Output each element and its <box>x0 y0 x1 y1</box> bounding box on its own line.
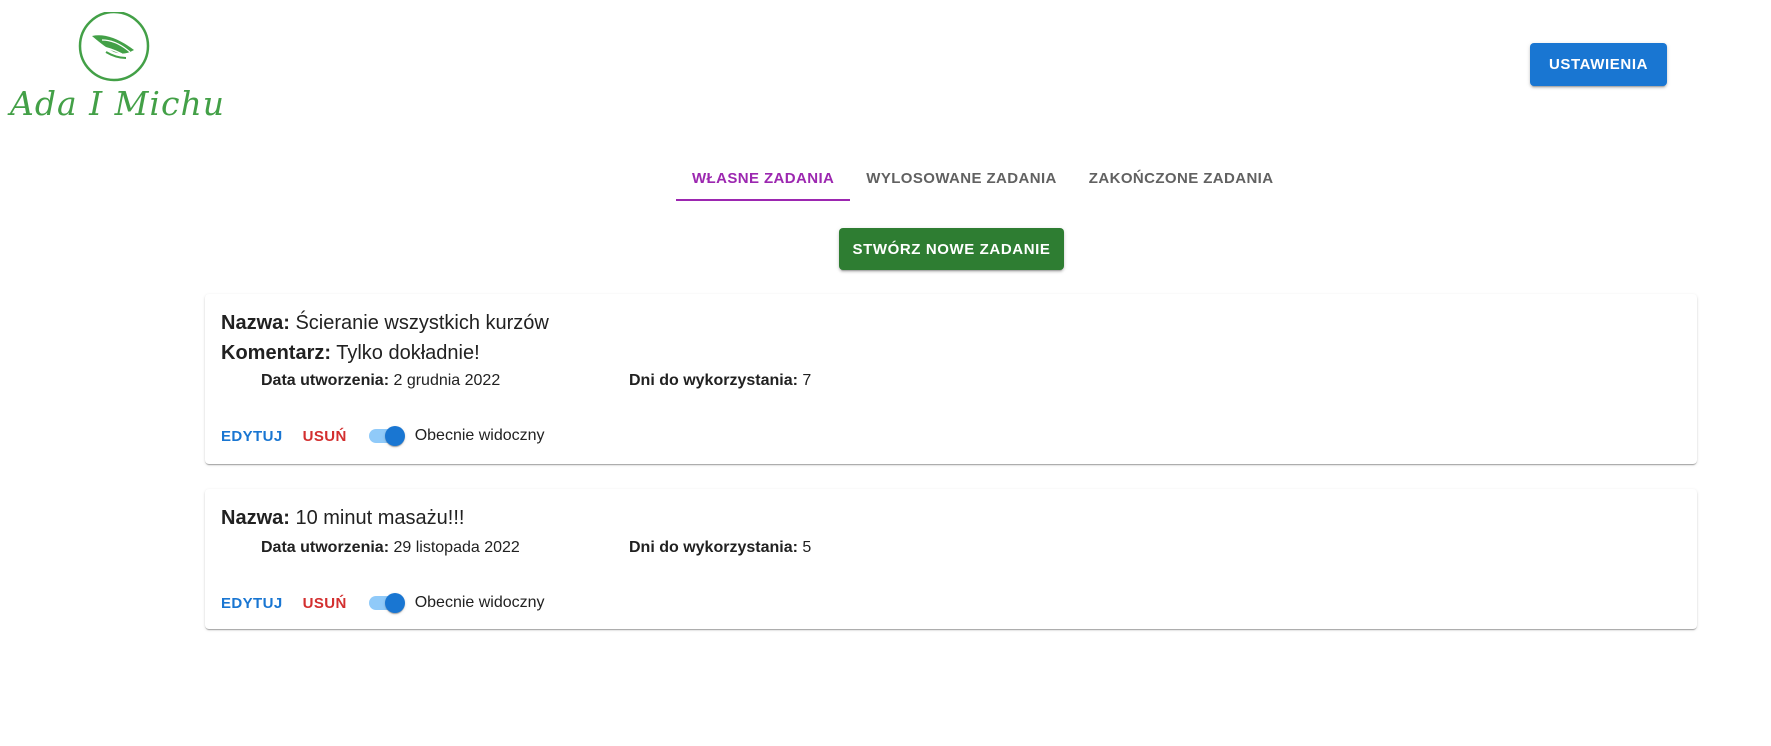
task-card: Nazwa: 10 minut masażu!!! Data utworzeni… <box>205 489 1697 629</box>
delete-button[interactable]: USUŃ <box>303 595 347 612</box>
tab-finished-tasks[interactable]: ZAKOŃCZONE ZADANIA <box>1073 155 1290 201</box>
visibility-toggle[interactable] <box>367 424 405 448</box>
tab-bar: WŁASNE ZADANIA WYLOSOWANE ZADANIA ZAKOŃC… <box>676 155 1290 201</box>
task-comment: Komentarz: Tylko dokładnie! <box>221 342 480 365</box>
delete-button[interactable]: USUŃ <box>303 428 347 445</box>
task-days-left-value: 7 <box>802 372 812 389</box>
task-created: Data utworzenia: 2 grudnia 2022 <box>261 372 500 390</box>
task-days-left-label: Dni do wykorzystania: <box>629 372 798 389</box>
tab-drawn-tasks[interactable]: WYLOSOWANE ZADANIA <box>850 155 1073 201</box>
task-name: Nazwa: 10 minut masażu!!! <box>221 507 464 530</box>
visibility-label: Obecnie widoczny <box>414 427 545 444</box>
task-name-label: Nazwa: <box>221 312 290 334</box>
visibility-toggle[interactable] <box>367 591 405 615</box>
task-comment-label: Komentarz: <box>221 342 332 364</box>
task-name-value: 10 minut masażu!!! <box>295 507 465 529</box>
task-days-left-label: Dni do wykorzystania: <box>629 539 798 556</box>
task-created-value: 29 listopada 2022 <box>393 539 520 556</box>
tab-own-tasks[interactable]: WŁASNE ZADANIA <box>676 155 851 201</box>
toggle-thumb <box>384 426 405 446</box>
edit-button[interactable]: EDYTUJ <box>221 595 283 612</box>
edit-button[interactable]: EDYTUJ <box>221 428 283 445</box>
settings-button[interactable]: USTAWIENIA <box>1530 43 1667 86</box>
toggle-thumb <box>384 593 405 613</box>
logo[interactable]: Ada I Michu <box>6 10 224 123</box>
task-card: Nazwa: Ścieranie wszystkich kurzów Komen… <box>205 294 1697 464</box>
task-comment-value: Tylko dokładnie! <box>336 342 480 364</box>
task-days-left-value: 5 <box>802 539 812 556</box>
task-created-label: Data utworzenia: <box>261 372 390 389</box>
page: Ada I Michu USTAWIENIA WŁASNE ZADANIA WY… <box>0 0 1771 746</box>
create-task-button[interactable]: STWÓRZ NOWE ZADANIE <box>839 228 1064 270</box>
task-name: Nazwa: Ścieranie wszystkich kurzów <box>221 312 549 335</box>
task-name-label: Nazwa: <box>221 507 290 529</box>
visibility-label: Obecnie widoczny <box>414 594 545 611</box>
logo-text: Ada I Michu <box>10 84 225 123</box>
task-created: Data utworzenia: 29 listopada 2022 <box>261 539 520 557</box>
task-actions: EDYTUJ USUŃ Obecnie widoczny <box>221 591 545 615</box>
task-created-value: 2 grudnia 2022 <box>393 372 501 389</box>
task-actions: EDYTUJ USUŃ Obecnie widoczny <box>221 424 545 448</box>
task-days-left: Dni do wykorzystania: 7 <box>629 372 811 390</box>
task-created-label: Data utworzenia: <box>261 539 390 556</box>
task-name-value: Ścieranie wszystkich kurzów <box>295 312 549 334</box>
task-days-left: Dni do wykorzystania: 5 <box>629 539 811 557</box>
